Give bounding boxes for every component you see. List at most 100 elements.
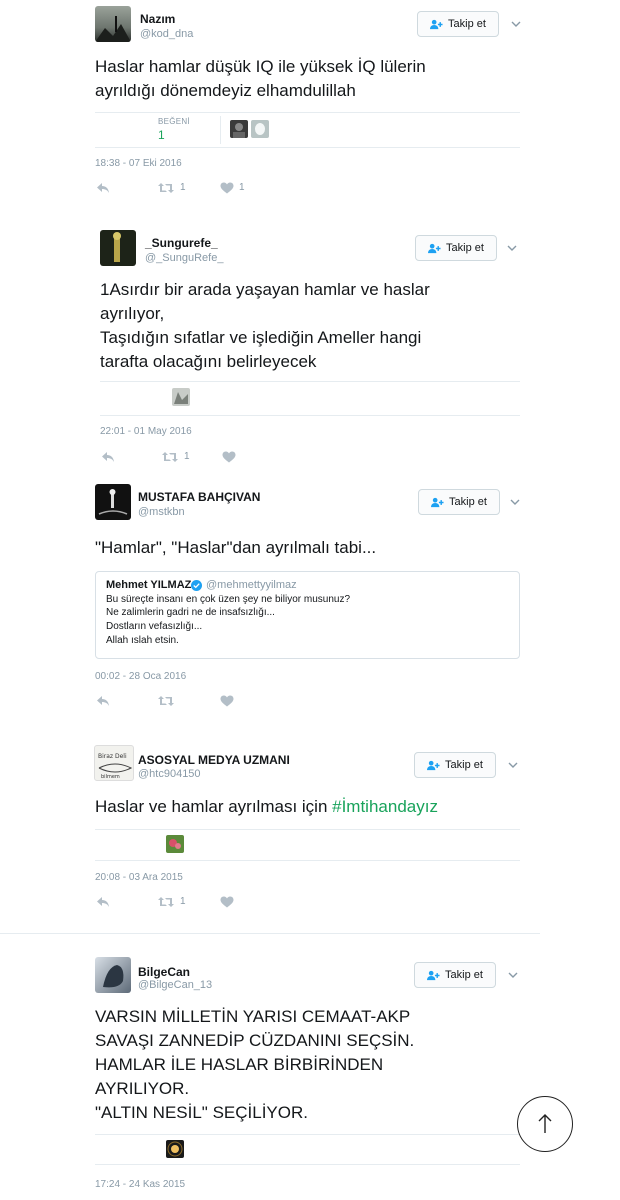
- liker-avatar[interactable]: [166, 1140, 184, 1158]
- tweet-timestamp[interactable]: 22:01 - 01 May 2016: [100, 426, 192, 437]
- arrow-up-icon: [538, 1114, 552, 1133]
- avatar[interactable]: [95, 484, 131, 520]
- tweet-text: "Hamlar", "Haslar"dan ayrılmalı tabi...: [95, 538, 377, 557]
- retweet-count: 1: [184, 451, 190, 462]
- tweet-text-line: HAMLAR İLE HASLAR BİRBİRİNDEN: [95, 1055, 384, 1074]
- avatar[interactable]: [95, 957, 131, 993]
- tweet-text-plain: Haslar ve hamlar ayrılması için: [95, 797, 333, 816]
- handle[interactable]: @htc904150: [138, 768, 201, 780]
- reply-icon[interactable]: [96, 182, 110, 194]
- like-count: 1: [239, 182, 245, 193]
- display-name[interactable]: BilgeCan: [138, 965, 190, 979]
- tweet-card: MUSTAFA BAHÇIVAN @mstkbn Takip et "Hamla…: [0, 475, 540, 725]
- quoted-tweet[interactable]: Mehmet YILMAZ @mehmettyyilmaz Bu süreçte…: [95, 571, 520, 659]
- follow-label: Takip et: [448, 18, 486, 30]
- divider: [95, 1134, 520, 1135]
- person-plus-icon: [428, 243, 441, 254]
- liker-avatar[interactable]: [172, 388, 190, 406]
- heart-icon[interactable]: [220, 896, 234, 908]
- liker-avatar[interactable]: [230, 120, 248, 138]
- heart-icon[interactable]: [222, 451, 236, 463]
- scroll-to-top-button[interactable]: [517, 1096, 573, 1152]
- divider: [95, 112, 520, 113]
- tweet-text-line: tarafta olacağını belirleyecek: [100, 352, 317, 371]
- tweet-text-line: Taşıdığın sıfatlar ve işlediğin Ameller …: [100, 328, 422, 347]
- more-options-button[interactable]: [509, 17, 523, 31]
- follow-label: Takip et: [445, 969, 483, 981]
- retweet-icon[interactable]: [162, 451, 178, 463]
- retweet-icon[interactable]: [158, 896, 174, 908]
- follow-label: Takip et: [446, 242, 484, 254]
- person-plus-icon: [427, 760, 440, 771]
- more-options-button[interactable]: [506, 758, 520, 772]
- handle[interactable]: @mstkbn: [138, 506, 185, 518]
- tweet-card: Biraz Deli bilmem ASOSYAL MEDYA UZMANI @h…: [0, 725, 540, 935]
- divider: [100, 381, 520, 382]
- divider: [95, 1164, 520, 1165]
- tweet-text-line: 1Asırdır bir arada yaşayan hamlar ve has…: [100, 280, 430, 299]
- divider: [95, 860, 520, 861]
- follow-button[interactable]: Takip et: [417, 11, 499, 37]
- avatar-image: Biraz Deli bilmem: [98, 753, 133, 780]
- retweet-count: 1: [180, 182, 186, 193]
- divider: [220, 116, 221, 144]
- more-options-button[interactable]: [505, 241, 519, 255]
- handle[interactable]: @kod_dna: [140, 28, 193, 40]
- display-name[interactable]: Nazım: [140, 12, 175, 26]
- reply-icon[interactable]: [96, 695, 110, 707]
- divider: [100, 415, 520, 416]
- reply-icon[interactable]: [96, 896, 110, 908]
- more-options-button[interactable]: [506, 968, 520, 982]
- tweet-timestamp[interactable]: 20:08 - 03 Ara 2015: [95, 872, 183, 883]
- handle[interactable]: @BilgeCan_13: [138, 979, 212, 991]
- tweet-text-line: AYRILIYOR.: [95, 1079, 190, 1098]
- tweet-card: Nazım @kod_dna Takip et Haslar hamlar dü…: [0, 0, 540, 215]
- chevron-down-icon: [510, 499, 520, 506]
- follow-button[interactable]: Takip et: [414, 752, 496, 778]
- heart-icon[interactable]: [220, 695, 234, 707]
- quoted-display-name: Mehmet YILMAZ: [106, 579, 192, 591]
- quoted-text-line: Dostların vefasızlığı...: [106, 621, 203, 632]
- likes-label: BEĞENİ: [158, 117, 191, 126]
- heart-icon[interactable]: [220, 182, 234, 194]
- avatar-image: [103, 965, 124, 988]
- quoted-text-line: Ne zalimlerin gadri ne de insafsızlığı..…: [106, 607, 275, 618]
- follow-button[interactable]: Takip et: [418, 489, 500, 515]
- person-plus-icon: [431, 497, 444, 508]
- follow-label: Takip et: [449, 496, 487, 508]
- tweet-card: _Sungurefe_ @_SunguRefe_ Takip et 1Asırd…: [0, 215, 540, 475]
- tweet-text-line: "ALTIN NESİL" SEÇİLİYOR.: [95, 1103, 308, 1122]
- chevron-down-icon: [511, 21, 521, 28]
- avatar[interactable]: [100, 230, 136, 266]
- reply-icon[interactable]: [101, 451, 115, 463]
- avatar-image: [113, 232, 121, 262]
- liker-avatar[interactable]: [166, 835, 184, 853]
- quoted-handle: @mehmettyyilmaz: [206, 579, 297, 591]
- person-plus-icon: [427, 970, 440, 981]
- follow-button[interactable]: Takip et: [414, 962, 496, 988]
- retweet-count: 1: [180, 896, 186, 907]
- person-plus-icon: [430, 19, 443, 30]
- tweet-text-line: Haslar hamlar düşük IQ ile yüksek İQ lül…: [95, 57, 426, 76]
- handle[interactable]: @_SunguRefe_: [145, 252, 223, 264]
- retweet-icon[interactable]: [158, 695, 174, 707]
- hashtag-link[interactable]: #İmtihandayız: [332, 797, 438, 816]
- avatar[interactable]: [95, 6, 131, 42]
- tweet-text-line: SAVAŞI ZANNEDİP CÜZDANINI SEÇSİN.: [95, 1031, 415, 1050]
- tweet-text: Haslar ve hamlar ayrılması için #İmtihan…: [95, 795, 438, 819]
- chevron-down-icon: [507, 245, 517, 252]
- tweet-timestamp[interactable]: 18:38 - 07 Eki 2016: [95, 158, 182, 169]
- svg-text:Biraz Deli: Biraz Deli: [98, 753, 127, 760]
- display-name[interactable]: MUSTAFA BAHÇIVAN: [138, 490, 260, 504]
- more-options-button[interactable]: [508, 495, 522, 509]
- svg-text:bilmem: bilmem: [101, 774, 120, 780]
- liker-avatar[interactable]: [251, 120, 269, 138]
- display-name[interactable]: _Sungurefe_: [145, 236, 218, 250]
- retweet-icon[interactable]: [158, 182, 174, 194]
- likes-count[interactable]: 1: [158, 128, 165, 142]
- follow-button[interactable]: Takip et: [415, 235, 497, 261]
- display-name[interactable]: ASOSYAL MEDYA UZMANI: [138, 753, 290, 767]
- tweet-timestamp[interactable]: 00:02 - 28 Oca 2016: [95, 671, 186, 682]
- avatar[interactable]: Biraz Deli bilmem: [94, 745, 134, 781]
- tweet-timestamp[interactable]: 17:24 - 24 Kas 2015: [95, 1179, 185, 1190]
